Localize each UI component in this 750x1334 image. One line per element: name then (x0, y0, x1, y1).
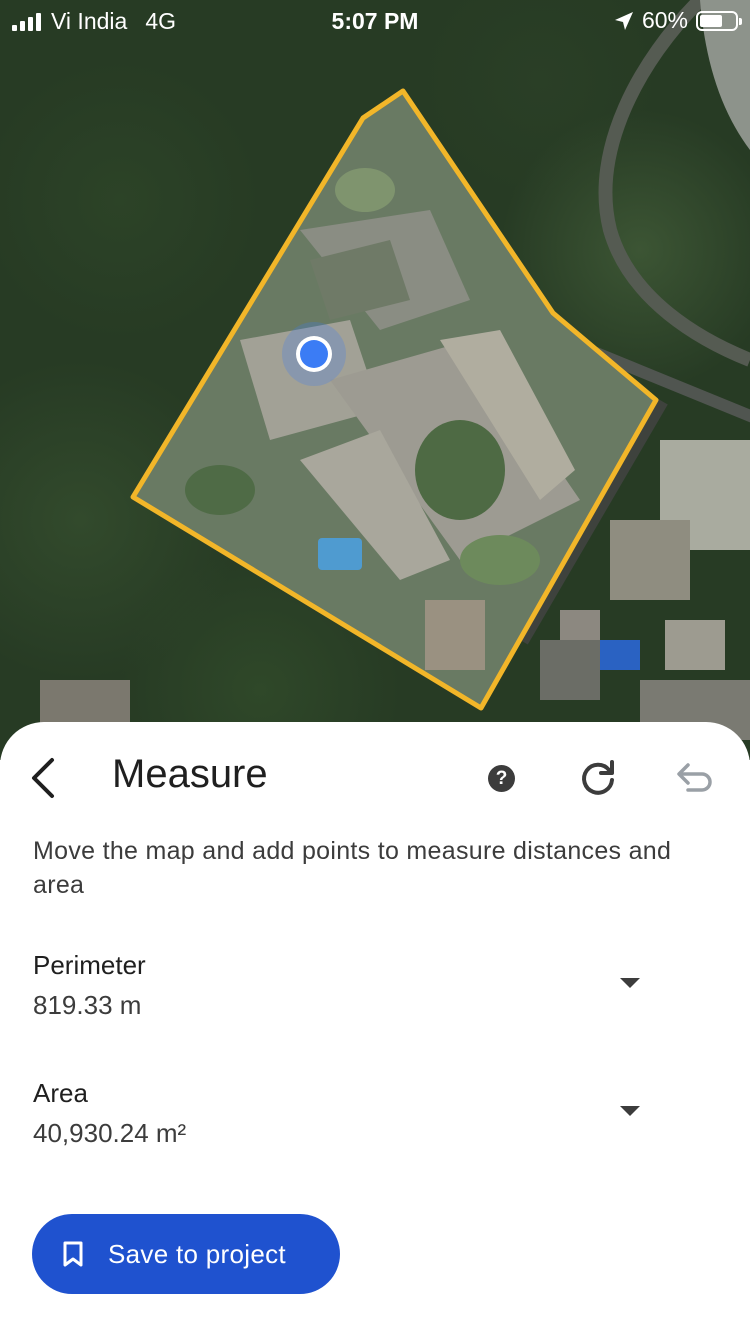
help-icon[interactable]: ? (488, 765, 515, 792)
battery-percent: 60% (641, 7, 688, 33)
map-imagery (40, 0, 750, 740)
measure-instructions: Move the map and add points to measure d… (33, 837, 672, 899)
bookmark-icon (63, 1241, 83, 1267)
lawn (335, 168, 395, 212)
building (540, 640, 600, 700)
refresh-icon[interactable] (578, 758, 618, 798)
swimming-pool (318, 538, 362, 570)
building (560, 610, 600, 640)
save-to-project-button[interactable]: Save to project (32, 1214, 340, 1294)
location-dot-icon (282, 322, 346, 386)
building (40, 680, 130, 725)
lawn (460, 535, 540, 585)
garden (415, 420, 505, 520)
battery-icon (696, 10, 742, 31)
garden (185, 465, 255, 515)
satellite-map[interactable] (0, 0, 750, 760)
chevron-down-icon[interactable] (610, 970, 650, 1000)
status-bar: Vi India 4G 5:07 PM 60% (0, 0, 750, 40)
page-title: Measure (112, 752, 268, 796)
building (610, 520, 690, 600)
chevron-down-icon[interactable] (610, 1098, 650, 1128)
back-arrow-icon[interactable] (26, 756, 66, 800)
save-button-label: Save to project (108, 1238, 286, 1269)
location-arrow-icon (614, 11, 633, 30)
building (600, 640, 640, 670)
building (665, 620, 725, 670)
court (425, 600, 485, 670)
measure-sheet: Measure ? Move the map and add points to… (0, 722, 750, 1334)
undo-icon[interactable] (674, 760, 714, 796)
